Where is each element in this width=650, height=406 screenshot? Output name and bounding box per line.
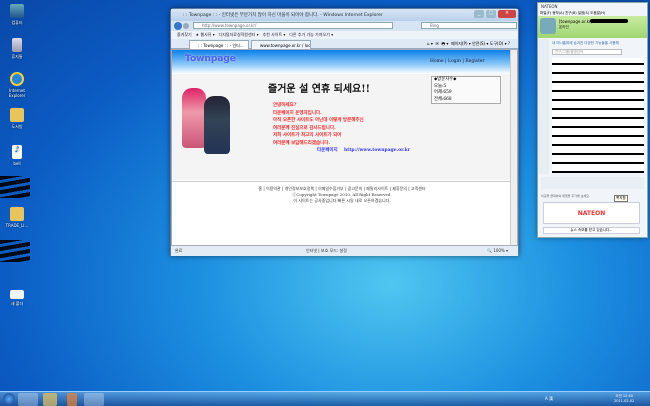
news-ticker[interactable]: 뉴스 속보를 받고 있습니다... (543, 227, 640, 234)
action-toolbar (541, 177, 644, 189)
forward-button[interactable] (183, 23, 189, 29)
close-button[interactable]: × (498, 10, 516, 18)
tab-townpage[interactable]: : : Townpage : : - 인터... (189, 40, 249, 49)
desktop-icon-recycle-bin[interactable]: 휴지통 (2, 38, 32, 60)
search-input[interactable]: Bing (421, 22, 517, 29)
title-bar: : : Townpage : : - 인터넷은 부분가치 많이 하신 마을이 되… (171, 9, 518, 21)
redacted-name (590, 19, 628, 23)
recycle-bin-icon (12, 38, 22, 52)
main-area: 즐거운 설 연휴 되세요!! 안녕하세요? 타운페이지 운영자입니다. 아직 오픈한… (172, 74, 512, 180)
ie-window: : : Townpage : : - 인터넷은 부분가치 많이 하신 마을이 되… (170, 8, 519, 256)
taskbar-ie-icon[interactable] (18, 393, 38, 406)
site-url-link[interactable]: http://www.townpage.or.kr (344, 148, 410, 153)
desktop-icon-folder[interactable]: 도서방 (2, 108, 32, 130)
nateon-logo[interactable]: NATEON (543, 202, 640, 224)
favorite-link[interactable]: 웹사뮤 (200, 32, 211, 37)
page-menu[interactable]: 페이지(P) (451, 41, 468, 46)
top-nav: Home | Login | Register (430, 59, 485, 64)
favorite-link[interactable]: 추천 사이트 (262, 32, 282, 37)
zoom-control[interactable]: 🔍 100% ▾ (487, 248, 508, 253)
address-bar: http://www.townpage.or.kr/ Bing (171, 21, 518, 31)
status-selector[interactable]: 온라인 (559, 25, 569, 30)
friend-search-input[interactable]: 친구/그룹/별명검색 (552, 49, 622, 55)
ie-icon (10, 72, 24, 86)
headline: 즐거운 설 연휴 되세요!! (268, 84, 371, 95)
safety-menu[interactable]: 안전(S) (472, 41, 485, 46)
home-link[interactable]: Home (430, 59, 444, 64)
site-logo[interactable]: Townpage (185, 54, 236, 64)
clock[interactable]: 오전 12:40 2011-02-02 (614, 394, 634, 404)
folder-icon (10, 108, 24, 122)
desktop-icon-new-folder[interactable]: 새 폴더 (2, 290, 32, 307)
command-bar: ⌂ ▾ ✉ 🖶 ▾ 페이지(P) ▾ 안전(S) ▾ 도구(O) ▾ ? (427, 41, 510, 46)
web-page: Townpage Home | Login | Register 즐거운 설 연… (171, 49, 518, 246)
friend-list[interactable] (552, 58, 644, 173)
side-icons (538, 39, 549, 174)
ime-indicator[interactable]: A 漢 (545, 396, 553, 402)
start-button[interactable] (3, 393, 15, 405)
tab-townpage-loc[interactable]: www.townpage.or.kr / loc... (251, 40, 311, 49)
computer-icon (10, 4, 24, 18)
page-header: Townpage Home | Login | Register (172, 50, 512, 74)
minimize-button[interactable]: _ (474, 10, 484, 18)
page-footer: 홈 | 이용약관 | 개인정보보호정책 | 이메일수집거부 | 광고문의 | 패… (172, 186, 512, 204)
favorite-link[interactable]: 디지털자료실적원센터 (219, 32, 256, 37)
redacted-icon (0, 176, 30, 198)
greeting-text: 안녕하세요? 타운페이지 운영자입니다. 아직 오픈한 사이트도 아닌데 이렇게 방… (273, 103, 411, 153)
doll-girl-image (182, 88, 206, 148)
music-file-icon: ♪ (12, 145, 22, 159)
scrollbar[interactable] (510, 50, 517, 245)
tab-bar: : : Townpage : : - 인터... www.townpage.or… (171, 39, 518, 49)
register-link[interactable]: Register (465, 59, 484, 64)
favorite-link[interactable]: 다른 추가 가능 가져오기 (289, 32, 330, 37)
nateon-title: NATEON (541, 4, 558, 9)
profile-panel: [townpage.or.kr] 온라인 (538, 16, 647, 38)
maximize-button[interactable]: □ (486, 10, 496, 18)
notice-banner[interactable]: 내 미니홈피에 숨겨진 다양한 기능들을 사용해 (552, 41, 647, 46)
redacted-icon (0, 240, 30, 262)
back-button[interactable] (174, 22, 182, 30)
url-input[interactable]: http://www.townpage.or.kr/ (193, 22, 393, 29)
tooltip: 쪽지함 (614, 195, 628, 202)
taskbar-nateon-icon[interactable] (84, 393, 104, 406)
desktop-icon-folder[interactable]: TRADE_LI... (2, 207, 32, 228)
desktop-icon-computer[interactable]: 컴퓨터 (2, 4, 32, 26)
desktop-icon-ie[interactable]: Internet Explorer (2, 72, 32, 98)
visitor-counter: ◆방문자수◆ 오늘:5 어제:659 전체:668 (431, 76, 501, 104)
taskbar-explorer-icon[interactable] (43, 393, 57, 406)
favorites-bar: 즐겨찾기 ★ 웹사뮤 ▾ 디지털자료실적원센터 ▾ 추천 사이트 ▾ 다른 추가… (171, 31, 518, 39)
status-bar: 완료 인터넷 | 보호 모드: 설정 🔍 100% ▾ (171, 246, 518, 256)
desktop-icon-music[interactable]: ♪ bell (2, 145, 32, 166)
avatar[interactable] (540, 18, 556, 34)
folder-icon (10, 290, 24, 299)
doll-boy-image (204, 96, 230, 154)
taskbar-media-icon[interactable] (67, 393, 77, 406)
nateon-window: NATEON 파일(F) 동작(A) 친구(B) 설정(S) 도움말(H) [t… (537, 2, 648, 238)
tools-menu[interactable]: 도구(O) (490, 41, 504, 46)
favorites-button[interactable]: 즐겨찾기 (177, 32, 192, 37)
taskbar: A 漢 오전 12:40 2011-02-02 (0, 391, 650, 406)
login-link[interactable]: Login (448, 59, 461, 64)
folder-icon (10, 207, 24, 221)
